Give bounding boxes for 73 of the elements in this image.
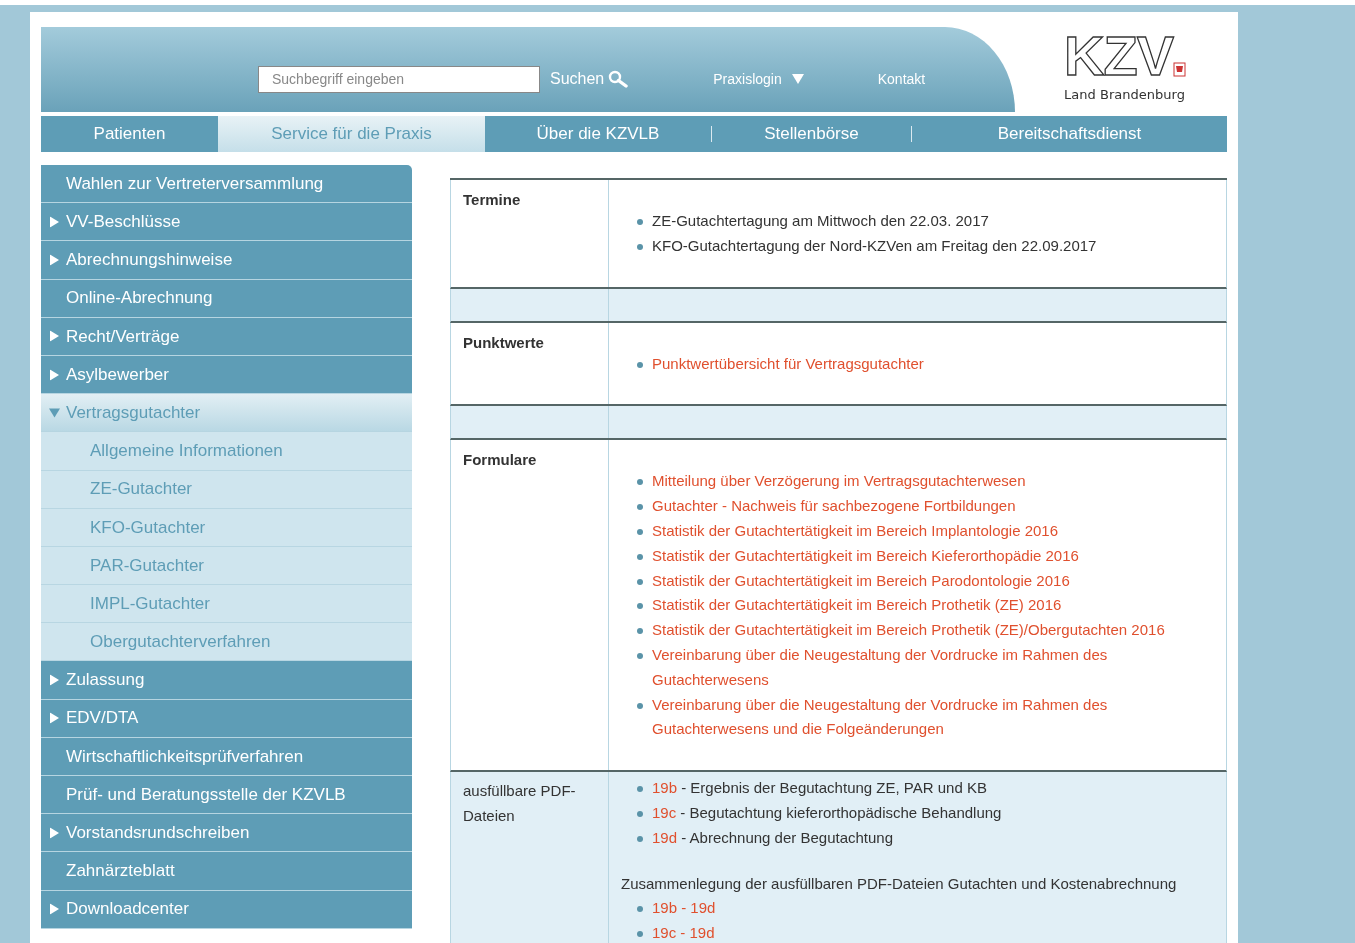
- row-heading: ausfüllbare PDF-Dateien: [463, 782, 576, 824]
- bullet-icon: [637, 906, 643, 913]
- sidebar-subitem[interactable]: KFO-Gutachter: [41, 508, 412, 547]
- sidebar-item[interactable]: Abrechnungshinweise: [41, 241, 412, 280]
- search-button[interactable]: Suchen: [550, 67, 629, 91]
- nav-tab[interactable]: Über die KZVLB: [485, 116, 711, 152]
- bullet-icon: [637, 219, 643, 225]
- bullet-icon: [637, 578, 643, 585]
- sidebar-subitem[interactable]: PAR-Gutachter: [41, 546, 412, 586]
- sidebar-item[interactable]: Zulassung: [41, 661, 412, 700]
- bullet-icon: [637, 243, 643, 250]
- document-link[interactable]: Statistik der Gutachtertätigkeit im Bereich Kieferorthopädie 2016: [652, 543, 1079, 569]
- bullet-icon: [637, 931, 643, 938]
- document-link[interactable]: Vereinbarung über die Neugestaltung der Vordrucke im Rahmen des Gutachterwesens: [652, 642, 1214, 693]
- item-text: - Abrechnung der Begutachtung: [681, 828, 894, 846]
- document-link[interactable]: 19b: [652, 776, 678, 801]
- search-field[interactable]: Suchbegriff eingeben: [258, 65, 540, 93]
- document-link[interactable]: 19d: [652, 825, 678, 851]
- row-heading: Punktwerte: [463, 333, 544, 351]
- document-link[interactable]: Statistik der Gutachtertätigkeit im Bereich Parodontologie 2016: [652, 568, 1070, 594]
- sidebar-item[interactable]: Wirtschaftlichkeitsprüfverfahren: [41, 737, 412, 776]
- document-link[interactable]: Statistik der Gutachtertätigkeit im Bereich Prothetik (ZE) 2016: [652, 593, 1062, 619]
- sidebar-item[interactable]: Zahnärzteblatt: [41, 852, 412, 891]
- document-link[interactable]: Vereinbarung über die Neugestaltung der Vordrucke im Rahmen des Gutachterwesens und die Folgeänderungen: [652, 692, 1214, 743]
- bullet-icon: [637, 652, 643, 659]
- nav-tab[interactable]: Service für die Praxis: [218, 116, 485, 152]
- header-link[interactable]: Kontakt: [877, 68, 926, 90]
- document-link[interactable]: Mitteilung über Verzögerung im Vertragsgutachterwesen: [652, 469, 1026, 495]
- sidebar-item[interactable]: Downloadcenter: [41, 890, 412, 929]
- document-link[interactable]: Statistik der Gutachtertätigkeit im Bereich Prothetik (ZE)/Obergutachten 2016: [652, 618, 1165, 643]
- nav-tab[interactable]: Stellenbörse: [712, 116, 911, 152]
- document-link[interactable]: Gutachter - Nachweis für sachbezogene Fortbildungen: [652, 494, 1016, 519]
- document-link[interactable]: Punktwertübersicht für Vertragsgutachter: [652, 351, 924, 377]
- bullet-icon: [637, 504, 643, 511]
- sidebar-subitem[interactable]: IMPL-Gutachter: [41, 585, 412, 624]
- sidebar-item[interactable]: Prüf- und Beratungsstelle der KZVLB: [41, 776, 412, 815]
- sidebar-subitem[interactable]: ZE-Gutachter: [41, 470, 412, 509]
- item-text: - Begutachtung kieferorthopädische Behandlung: [680, 803, 1002, 821]
- bullet-icon: [637, 835, 643, 842]
- bullet-icon: [637, 479, 643, 486]
- search-icon: [608, 70, 629, 88]
- sidebar-item[interactable]: VV-Beschlüsse: [41, 203, 412, 242]
- document-link[interactable]: 19b - 19d: [652, 896, 716, 922]
- sidebar-subitem[interactable]: Obergutachterverfahren: [41, 623, 412, 662]
- paragraph-text: Zusammenlegung der ausfüllbaren PDF-Dateien Gutachten und Kostenabrechnung: [621, 873, 1178, 894]
- sidebar-subitem[interactable]: Allgemeine Informationen: [41, 432, 412, 471]
- document-link[interactable]: 19c - 19d: [652, 921, 715, 943]
- item-text: ZE-Gutachtertagung am Mittwoch den 22.03. 2017: [652, 212, 989, 229]
- bullet-icon: [637, 603, 643, 610]
- bullet-icon: [637, 810, 643, 817]
- row-heading: Termine: [463, 191, 521, 208]
- bullet-icon: [637, 786, 643, 793]
- logo: KZV Land Brandenburg: [1063, 27, 1189, 105]
- nav-tab[interactable]: Bereitschaftsdienst: [912, 116, 1227, 152]
- sidebar-item[interactable]: Recht/Verträge: [41, 317, 412, 356]
- document-link[interactable]: 19c: [652, 800, 677, 826]
- sidebar-item[interactable]: Asylbewerber: [41, 355, 412, 395]
- bullet-icon: [637, 702, 643, 709]
- sidebar-item[interactable]: EDV/DTA: [41, 699, 412, 738]
- bullet-icon: [637, 553, 643, 560]
- row-heading: Formulare: [463, 451, 537, 469]
- sidebar-item[interactable]: Vertragsgutachter: [41, 394, 412, 433]
- item-text: - Ergebnis der Begutachtung ZE, PAR und KB: [681, 779, 987, 797]
- sidebar-item[interactable]: Online-Abrechnung: [41, 279, 412, 318]
- sidebar-item[interactable]: Wahlen zur Vertreterversammlung: [41, 165, 412, 204]
- document-link[interactable]: Statistik der Gutachtertätigkeit im Bereich Implantologie 2016: [652, 519, 1059, 544]
- bullet-icon: [637, 361, 643, 368]
- item-text: KFO-Gutachtertagung der Nord-KZVen am Freitag den 22.09.2017: [652, 236, 1097, 254]
- bullet-icon: [637, 529, 643, 535]
- nav-tab[interactable]: Patienten: [41, 116, 218, 152]
- bullet-icon: [637, 628, 643, 635]
- sidebar-item[interactable]: Vorstandsrundschreiben: [41, 814, 412, 853]
- header-link[interactable]: Praxislogin: [713, 68, 804, 90]
